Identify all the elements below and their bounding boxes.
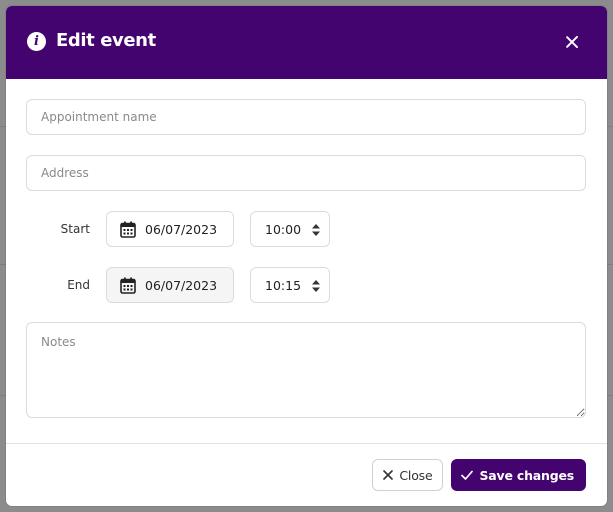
start-date-value: 06/07/2023 — [145, 221, 218, 237]
end-time-value: 10:15 — [265, 277, 302, 293]
spinner-icon — [312, 280, 320, 292]
x-icon — [383, 470, 394, 480]
spinner-icon — [312, 224, 320, 236]
start-row: Start 06/07/2023 10:00 — [26, 211, 587, 247]
end-date-value: 06/07/2023 — [145, 277, 218, 293]
notes-textarea[interactable] — [26, 322, 586, 418]
save-changes-button[interactable]: Save changes — [451, 459, 586, 491]
end-time-select[interactable]: 10:15 — [250, 267, 330, 303]
appointment-name-input[interactable] — [26, 99, 586, 135]
modal-title: Edit event — [56, 30, 156, 51]
start-time-select[interactable]: 10:00 — [250, 211, 330, 247]
start-date-field[interactable]: 06/07/2023 — [106, 211, 234, 247]
check-icon — [461, 470, 474, 480]
end-row: End 06/07/2023 10:15 — [26, 267, 587, 303]
save-button-label: Save changes — [479, 467, 574, 483]
close-button[interactable]: Close — [372, 459, 444, 491]
end-label: End — [67, 278, 90, 292]
start-label: Start — [60, 222, 90, 236]
edit-event-modal: i Edit event Start — [6, 6, 607, 506]
close-button-label: Close — [399, 467, 433, 483]
start-time-value: 10:00 — [265, 221, 302, 237]
modal-footer: Close Save changes — [6, 443, 607, 506]
info-icon: i — [27, 32, 46, 51]
calendar-icon — [120, 277, 136, 294]
end-date-field[interactable]: 06/07/2023 — [106, 267, 234, 303]
address-input[interactable] — [26, 155, 586, 191]
modal-header: i Edit event — [6, 6, 607, 79]
close-icon[interactable] — [565, 35, 579, 49]
calendar-icon — [120, 221, 136, 238]
modal-body: Start 06/07/2023 10:00 — [6, 79, 607, 443]
